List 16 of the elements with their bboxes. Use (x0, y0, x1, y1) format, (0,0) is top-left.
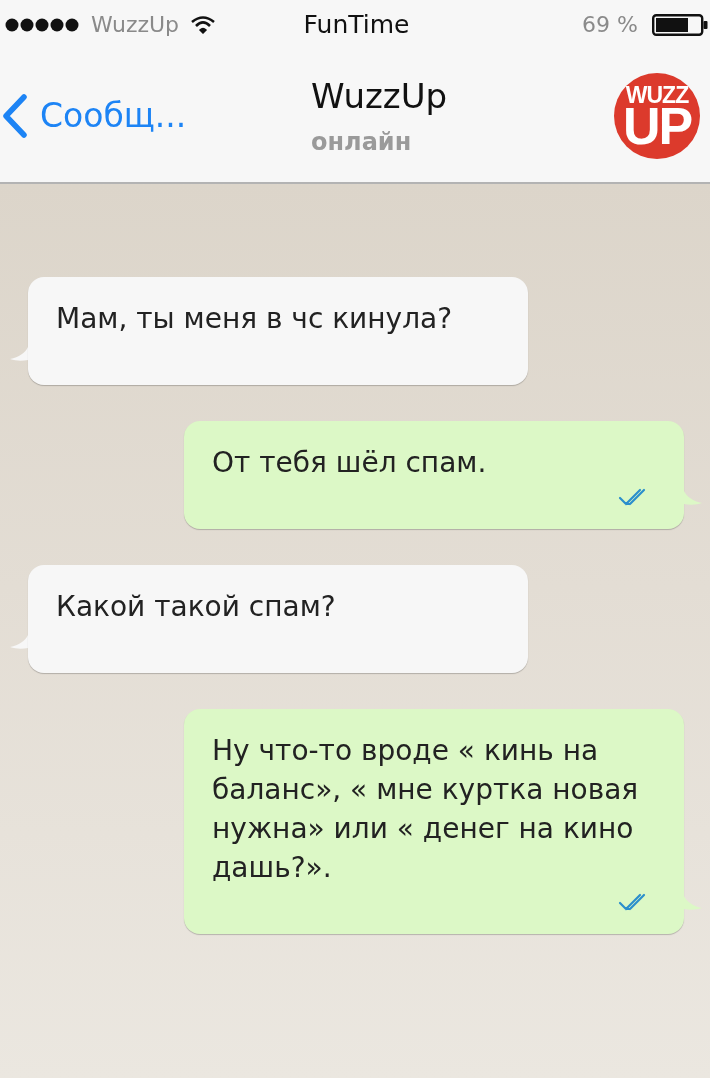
signal-icon (5, 18, 79, 32)
chevron-left-icon (2, 94, 28, 138)
logo-text: WUZZ (625, 85, 689, 105)
logo-text: UP (622, 105, 692, 147)
wifi-icon (191, 16, 216, 34)
online-status: онлайн (311, 126, 412, 157)
message-text: Какой такой спам? (56, 589, 337, 625)
back-button[interactable]: Сообщ... (0, 94, 187, 138)
chat-title: WuzzUp (311, 75, 448, 116)
message-text: От тебя шёл спам. (212, 445, 488, 481)
status-bar-title: FunTime (303, 10, 410, 40)
message-text: Ну что-то вроде « кинь на баланс», « мне куртка новая нужна» или « денег на кино дашь?». (212, 733, 640, 886)
message-text: Мам, ты меня в чс кинула? (56, 301, 454, 337)
battery-percentage: 69 % (582, 11, 638, 39)
battery-icon (652, 14, 708, 36)
carrier-name: WuzzUp (91, 11, 180, 39)
